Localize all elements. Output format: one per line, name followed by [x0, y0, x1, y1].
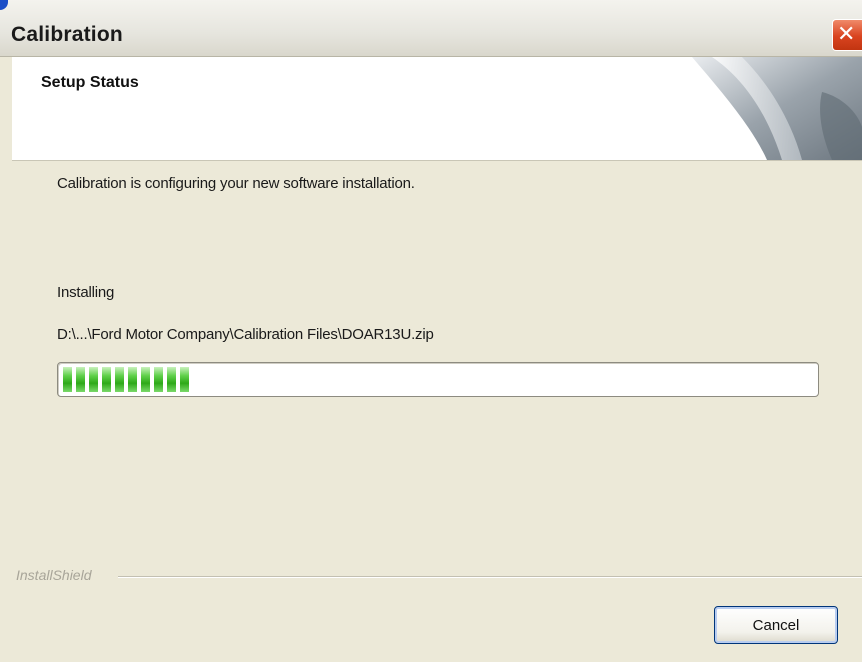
page-curl-graphic [692, 57, 862, 160]
window-title: Calibration [11, 23, 123, 46]
progress-bar [57, 362, 819, 397]
title-bar[interactable]: Calibration ✕ [0, 0, 862, 57]
progress-fill [63, 367, 193, 392]
cancel-button[interactable]: Cancel [714, 606, 838, 644]
progress-block [180, 367, 189, 392]
header-title: Setup Status [41, 74, 139, 91]
progress-block [115, 367, 124, 392]
close-icon: ✕ [837, 22, 856, 47]
progress-block [128, 367, 137, 392]
progress-block [154, 367, 163, 392]
status-message: Calibration is configuring your new soft… [57, 175, 415, 192]
progress-block [167, 367, 176, 392]
installer-window: Calibration ✕ Setup Status Calibration i… [0, 0, 862, 662]
progress-block [89, 367, 98, 392]
progress-block [141, 367, 150, 392]
progress-block [102, 367, 111, 392]
progress-block [63, 367, 72, 392]
title-bar-accent [0, 0, 8, 10]
current-file-path: D:\...\Ford Motor Company\Calibration Fi… [57, 326, 434, 343]
progress-block [76, 367, 85, 392]
header-panel: Setup Status [12, 57, 862, 161]
footer-divider [118, 576, 862, 577]
installing-label: Installing [57, 284, 115, 301]
brand-label: InstallShield [16, 567, 92, 583]
close-button[interactable]: ✕ [832, 19, 862, 51]
